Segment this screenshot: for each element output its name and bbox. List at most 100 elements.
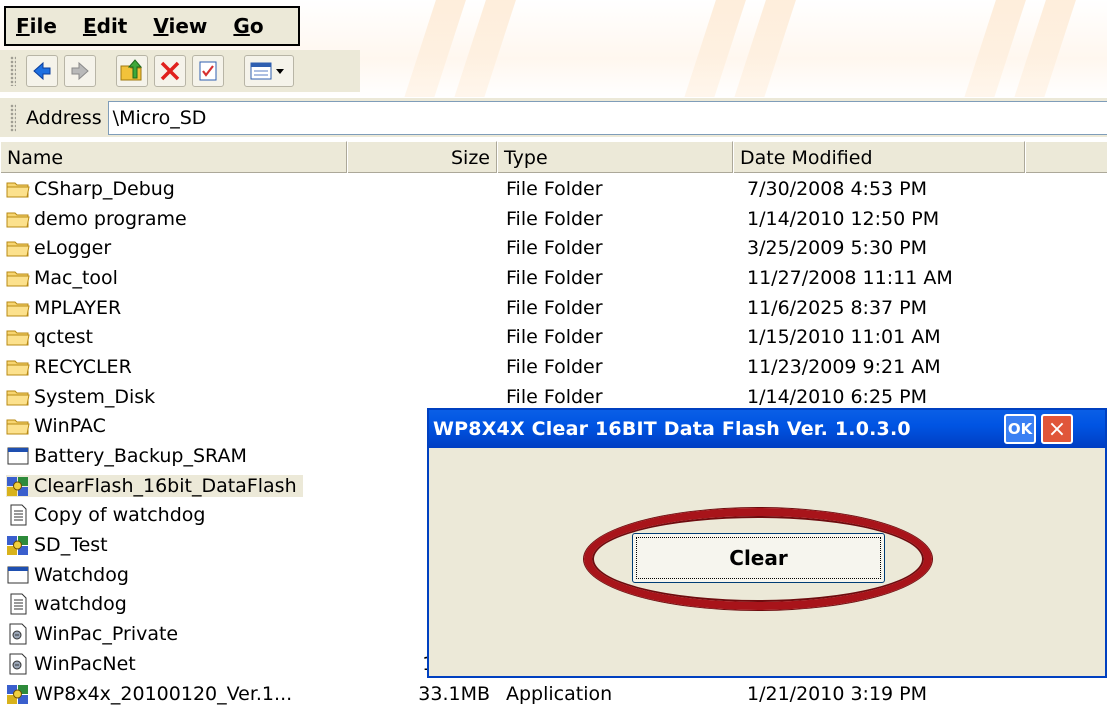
menu-edit[interactable]: Edit	[83, 14, 127, 38]
clear-flash-dialog: WP8X4X Clear 16BIT Data Flash Ver. 1.0.3…	[427, 408, 1107, 678]
file-name-cell[interactable]: SD_Test	[6, 534, 108, 556]
forward-arrow-icon	[71, 61, 89, 81]
folder-icon	[6, 178, 30, 200]
back-arrow-icon	[33, 61, 51, 81]
file-date-modified: 1/15/2010 11:01 AM	[747, 326, 941, 349]
file-name: qctest	[34, 326, 93, 349]
program-app-icon	[6, 534, 30, 556]
file-type: File Folder	[506, 296, 603, 319]
file-row[interactable]: CSharp_Debug File Folder 7/30/2008 4:53 PM	[0, 174, 1107, 204]
dialog-close-button[interactable]: ×	[1041, 414, 1073, 444]
file-type: File Folder	[506, 355, 603, 378]
folder-icon	[6, 386, 30, 408]
dialog-title: WP8X4X Clear 16BIT Data Flash Ver. 1.0.3…	[433, 418, 911, 440]
file-name-cell[interactable]: WinPac_Private	[6, 623, 178, 645]
file-name: Battery_Backup_SRAM	[34, 445, 247, 468]
file-name-cell[interactable]: WinPAC	[6, 415, 106, 437]
extension-file-icon	[6, 623, 30, 645]
file-name: System_Disk	[34, 385, 156, 408]
properties-icon	[199, 61, 217, 81]
up-folder-button[interactable]	[116, 55, 148, 87]
file-name-cell[interactable]: CSharp_Debug	[6, 178, 175, 200]
file-name: Copy of watchdog	[34, 504, 206, 527]
text-file-icon-graphic	[10, 504, 27, 526]
file-name-cell[interactable]: Battery_Backup_SRAM	[6, 445, 247, 467]
dialog-ok-button[interactable]: OK	[1004, 414, 1036, 444]
views-dropdown-button[interactable]	[244, 55, 294, 87]
file-name: WinPAC	[34, 415, 106, 438]
column-header-empty[interactable]	[1025, 141, 1107, 173]
file-row[interactable]: Mac_tool File Folder 11/27/2008 11:11 AM	[0, 263, 1107, 293]
file-name: Mac_tool	[34, 266, 118, 289]
file-date-modified: 1/14/2010 12:50 PM	[747, 207, 940, 230]
column-header-type[interactable]: Type	[497, 141, 733, 173]
toolbar-grip[interactable]	[10, 56, 16, 86]
file-name-cell[interactable]: Mac_tool	[6, 267, 118, 289]
column-header-size[interactable]: Size	[347, 141, 497, 173]
file-name-cell[interactable]: qctest	[6, 326, 93, 348]
program-app-icon-graphic	[7, 476, 28, 496]
address-grip[interactable]	[10, 103, 16, 132]
file-name-cell[interactable]: Watchdog	[6, 564, 129, 586]
folder-icon	[6, 356, 30, 378]
file-name: RECYCLER	[34, 355, 132, 378]
file-name-cell[interactable]: Copy of watchdog	[6, 504, 205, 526]
file-name: eLogger	[34, 237, 112, 260]
extension-file-icon-graphic	[9, 623, 27, 645]
address-label: Address	[26, 106, 102, 129]
file-name-cell[interactable]: MPLAYER	[6, 297, 121, 319]
folder-icon-graphic	[6, 212, 30, 228]
delete-x-icon	[160, 61, 180, 81]
file-row[interactable]: MPLAYER File Folder 11/6/2025 8:37 PM	[0, 293, 1107, 323]
address-bar: Address \Micro_SD	[0, 97, 1107, 137]
properties-button[interactable]	[192, 55, 224, 87]
menu-view[interactable]: View	[153, 14, 207, 38]
extension-file-icon	[6, 653, 30, 675]
up-folder-icon	[120, 59, 143, 81]
address-input[interactable]: \Micro_SD	[107, 100, 1107, 135]
file-name-cell[interactable]: eLogger	[6, 237, 111, 259]
delete-button[interactable]	[154, 55, 186, 87]
file-row[interactable]: demo programe File Folder 1/14/2010 12:50 …	[0, 204, 1107, 234]
file-date-modified: 3/25/2009 5:30 PM	[747, 237, 928, 260]
file-name-cell[interactable]: RECYCLER	[6, 356, 132, 378]
back-button[interactable]	[26, 55, 58, 87]
file-name-cell[interactable]: ClearFlash_16bit_DataFlash	[6, 474, 303, 497]
folder-icon-graphic	[6, 419, 30, 435]
file-name: ClearFlash_16bit_DataFlash	[34, 474, 297, 497]
folder-icon-graphic	[6, 360, 30, 376]
text-file-icon	[6, 504, 30, 526]
extension-file-icon-graphic	[9, 653, 27, 675]
file-name: watchdog	[34, 593, 127, 616]
folder-icon	[6, 267, 30, 289]
file-name: demo programe	[34, 207, 187, 230]
file-type: File Folder	[506, 326, 603, 349]
menu-go[interactable]: Go	[233, 14, 263, 38]
file-name: Watchdog	[34, 563, 129, 586]
file-row[interactable]: RECYCLER File Folder 11/23/2009 9:21 AM	[0, 352, 1107, 382]
file-row[interactable]: qctest File Folder 1/15/2010 11:01 AM	[0, 322, 1107, 352]
file-name-cell[interactable]: demo programe	[6, 208, 187, 230]
window-app-icon-graphic	[7, 447, 29, 465]
file-name: MPLAYER	[34, 296, 122, 319]
column-header-date-modified[interactable]: Date Modified	[733, 141, 1025, 173]
file-name-cell[interactable]: WP8x4x_20100120_Ver.1...	[6, 683, 292, 705]
file-name-cell[interactable]: WinPacNet	[6, 653, 136, 675]
program-app-icon	[6, 475, 30, 497]
file-row[interactable]: eLogger File Folder 3/25/2009 5:30 PM	[0, 233, 1107, 263]
file-type: File Folder	[506, 266, 603, 289]
clear-button[interactable]: Clear	[632, 533, 885, 583]
file-date-modified: 11/27/2008 11:11 AM	[747, 266, 953, 289]
folder-icon	[6, 237, 30, 259]
file-date-modified: 11/6/2025 8:37 PM	[747, 296, 928, 319]
toolbar	[0, 50, 360, 92]
file-row[interactable]: WP8x4x_20100120_Ver.1... 33.1MB Applicatio…	[0, 679, 1107, 709]
file-name-cell[interactable]: System_Disk	[6, 386, 155, 408]
file-type: File Folder	[506, 237, 603, 260]
menu-file[interactable]: File	[16, 14, 57, 38]
text-file-icon-graphic	[10, 593, 27, 615]
column-header-name[interactable]: Name	[0, 141, 347, 173]
folder-icon-graphic	[6, 330, 30, 346]
forward-button[interactable]	[64, 55, 96, 87]
file-name-cell[interactable]: watchdog	[6, 593, 127, 615]
